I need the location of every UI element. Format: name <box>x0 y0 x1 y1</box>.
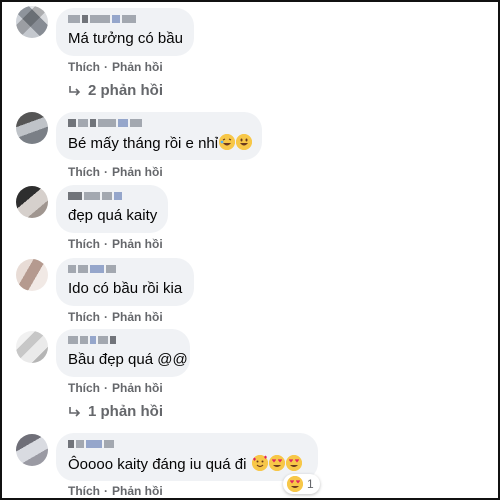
comment-text: Bé mấy tháng rồi e nhỉ <box>68 134 253 153</box>
avatar[interactable] <box>16 331 48 363</box>
reply-link[interactable]: Phản hồi <box>112 165 163 179</box>
comment-actions: Thích · Phản hồi <box>68 60 163 74</box>
avatar[interactable] <box>16 434 48 466</box>
avatar[interactable] <box>16 259 48 291</box>
heart-eyes-emoji-icon <box>285 455 302 471</box>
view-replies-link[interactable]: 2 phản hồi <box>68 82 163 99</box>
comment-bubble: Bé mấy tháng rồi e nhỉ <box>56 112 262 160</box>
comment-text: Má tưởng có bầu <box>68 30 183 47</box>
reaction-count: 1 <box>307 477 314 491</box>
avatar[interactable] <box>16 112 48 144</box>
like-link[interactable]: Thích <box>68 381 100 395</box>
comment-text: Bầu đẹp quá @@ <box>68 351 188 368</box>
commenter-name[interactable] <box>68 264 182 274</box>
like-link[interactable]: Thích <box>68 165 100 179</box>
separator: · <box>104 310 108 324</box>
comment-actions: Thích · Phản hồi <box>68 237 163 251</box>
reply-link[interactable]: Phản hồi <box>112 484 163 498</box>
reaction-badge[interactable]: 1 <box>283 474 320 494</box>
separator: · <box>104 237 108 251</box>
replies-count: 1 phản hồi <box>88 403 163 420</box>
reply-link[interactable]: Phản hồi <box>112 237 163 251</box>
comment-actions: Thích · Phản hồi <box>68 381 163 395</box>
commenter-name[interactable] <box>68 335 178 345</box>
reply-arrow-icon <box>68 405 82 419</box>
commenter-name[interactable] <box>68 118 250 128</box>
commenter-name[interactable] <box>68 14 182 24</box>
laughing-emoji-icon <box>219 134 236 150</box>
commenter-name[interactable] <box>68 439 306 449</box>
comment-text-content: Ôoooo kaity đáng iu quá đi <box>68 456 247 473</box>
separator: · <box>104 484 108 498</box>
like-link[interactable]: Thích <box>68 60 100 74</box>
comment-text-content: Bé mấy tháng rồi e nhỉ <box>68 135 219 152</box>
like-link[interactable]: Thích <box>68 484 100 498</box>
reply-link[interactable]: Phản hồi <box>112 310 163 324</box>
reply-link[interactable]: Phản hồi <box>112 381 163 395</box>
like-link[interactable]: Thích <box>68 310 100 324</box>
comment-bubble: Má tưởng có bầu <box>56 8 194 56</box>
separator: · <box>104 60 108 74</box>
separator: · <box>104 381 108 395</box>
comment-bubble: Bầu đẹp quá @@ <box>56 329 190 377</box>
view-replies-link[interactable]: 1 phản hồi <box>68 403 163 420</box>
comment-bubble: Ôoooo kaity đáng iu quá đi <box>56 433 318 481</box>
comment-text: Ido có bầu rồi kia <box>68 280 183 297</box>
comment-actions: Thích · Phản hồi <box>68 165 163 179</box>
separator: · <box>104 165 108 179</box>
comment-actions: Thích · Phản hồi <box>68 310 163 324</box>
heart-eyes-emoji-icon <box>287 476 303 492</box>
comment-bubble: Ido có bầu rồi kia <box>56 258 194 306</box>
grinning-emoji-icon <box>236 134 253 150</box>
replies-count: 2 phản hồi <box>88 82 163 99</box>
commenter-name[interactable] <box>68 191 156 201</box>
smiling-hearts-emoji-icon <box>251 455 268 471</box>
comment-text: Ôoooo kaity đáng iu quá đi <box>68 455 306 474</box>
comment-actions: Thích · Phản hồi <box>68 484 163 498</box>
avatar[interactable] <box>16 6 48 38</box>
like-link[interactable]: Thích <box>68 237 100 251</box>
avatar[interactable] <box>16 186 48 218</box>
comment-text: đẹp quá kaity <box>68 207 158 224</box>
reply-link[interactable]: Phản hồi <box>112 60 163 74</box>
comment-bubble: đẹp quá kaity <box>56 185 168 233</box>
heart-eyes-emoji-icon <box>268 455 285 471</box>
reply-arrow-icon <box>68 84 82 98</box>
